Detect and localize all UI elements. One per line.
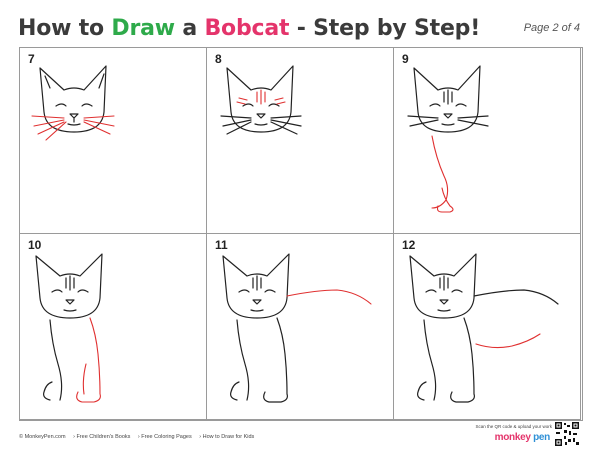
title-part-3: a xyxy=(174,16,205,41)
step-cell-10: 10 xyxy=(20,234,207,420)
monkeypen-logo: monkey pen xyxy=(494,432,551,443)
bobcat-step-11-drawing xyxy=(222,253,372,403)
step-cell-11: 11 xyxy=(207,234,394,420)
title-part-4: Bobcat xyxy=(204,16,290,41)
footer-link-coloring[interactable]: › Free Coloring Pages xyxy=(138,434,192,440)
page-number: Page 2 of 4 xyxy=(523,22,580,34)
bobcat-step-7-drawing xyxy=(31,65,115,141)
title-part-1: How to xyxy=(18,16,112,41)
face-markings-new xyxy=(236,89,286,105)
page-title: How to Draw a Bobcat - Step by Step! xyxy=(18,16,480,41)
qr-code-icon[interactable] xyxy=(554,421,580,447)
step-cell-9: 9 xyxy=(394,48,581,234)
step-cell-7: 7 xyxy=(20,48,207,234)
front-leg-new xyxy=(431,135,454,213)
bobcat-step-10-drawing xyxy=(35,253,103,403)
bobcat-body xyxy=(222,253,290,403)
step-cell-12: 12 xyxy=(394,234,581,420)
footer-links: © MonkeyPen.com › Free Children's Books … xyxy=(19,434,260,440)
bobcat-step-12-drawing xyxy=(409,253,559,403)
belly-line-new xyxy=(475,333,541,349)
steps-grid: 7 8 9 10 11 12 xyxy=(19,47,583,421)
footer-link-books[interactable]: › Free Children's Books xyxy=(73,434,130,440)
footer-link-drawing[interactable]: › How to Draw for Kids xyxy=(199,434,254,440)
bobcat-body xyxy=(35,253,103,401)
bobcat-step-8-drawing xyxy=(220,65,302,135)
title-part-5: - Step by Step! xyxy=(289,16,481,41)
step-cell-8: 8 xyxy=(207,48,394,234)
bobcat-head xyxy=(407,65,489,133)
bobcat-body xyxy=(409,253,559,403)
back-line-new xyxy=(286,289,372,305)
hind-leg-new xyxy=(76,317,101,403)
bobcat-step-9-drawing xyxy=(407,65,489,213)
scan-text: Scan the QR code & upload your work xyxy=(475,424,552,429)
title-part-2: Draw xyxy=(111,16,175,41)
footer-link-home[interactable]: © MonkeyPen.com xyxy=(19,434,66,440)
